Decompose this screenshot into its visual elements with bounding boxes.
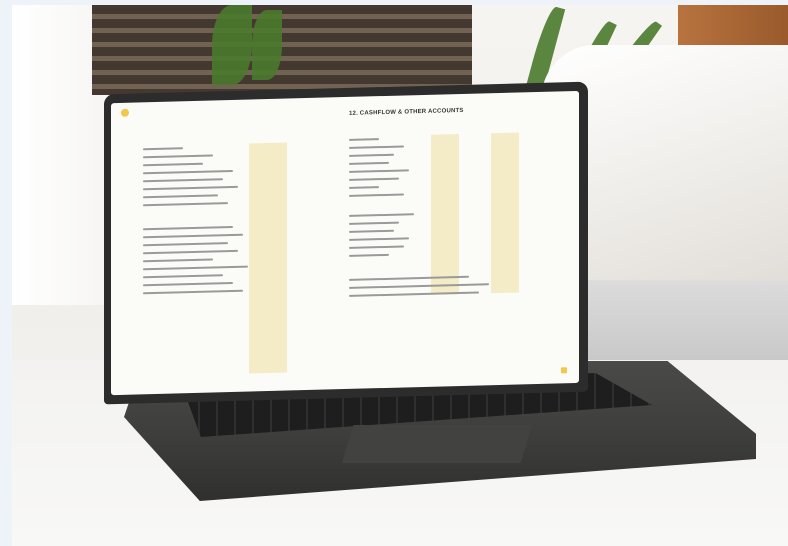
laptop-screen: 12. CASHFLOW & OTHER ACCOUNTS <box>111 90 579 396</box>
plant-leaf <box>252 10 282 80</box>
wooden-slat-shelf <box>92 5 472 95</box>
right-table <box>349 132 549 301</box>
plant-leaf <box>212 5 252 85</box>
document-logo <box>121 108 129 117</box>
footer-accent <box>561 367 567 374</box>
laptop-trackpad <box>342 425 532 463</box>
left-table <box>143 141 343 298</box>
photo: 12. CASHFLOW & OTHER ACCOUNTS <box>12 5 788 546</box>
document-heading: 12. CASHFLOW & OTHER ACCOUNTS <box>349 107 464 117</box>
lounge-chair-base <box>555 280 788 370</box>
laptop-lid: 12. CASHFLOW & OTHER ACCOUNTS <box>104 81 588 405</box>
